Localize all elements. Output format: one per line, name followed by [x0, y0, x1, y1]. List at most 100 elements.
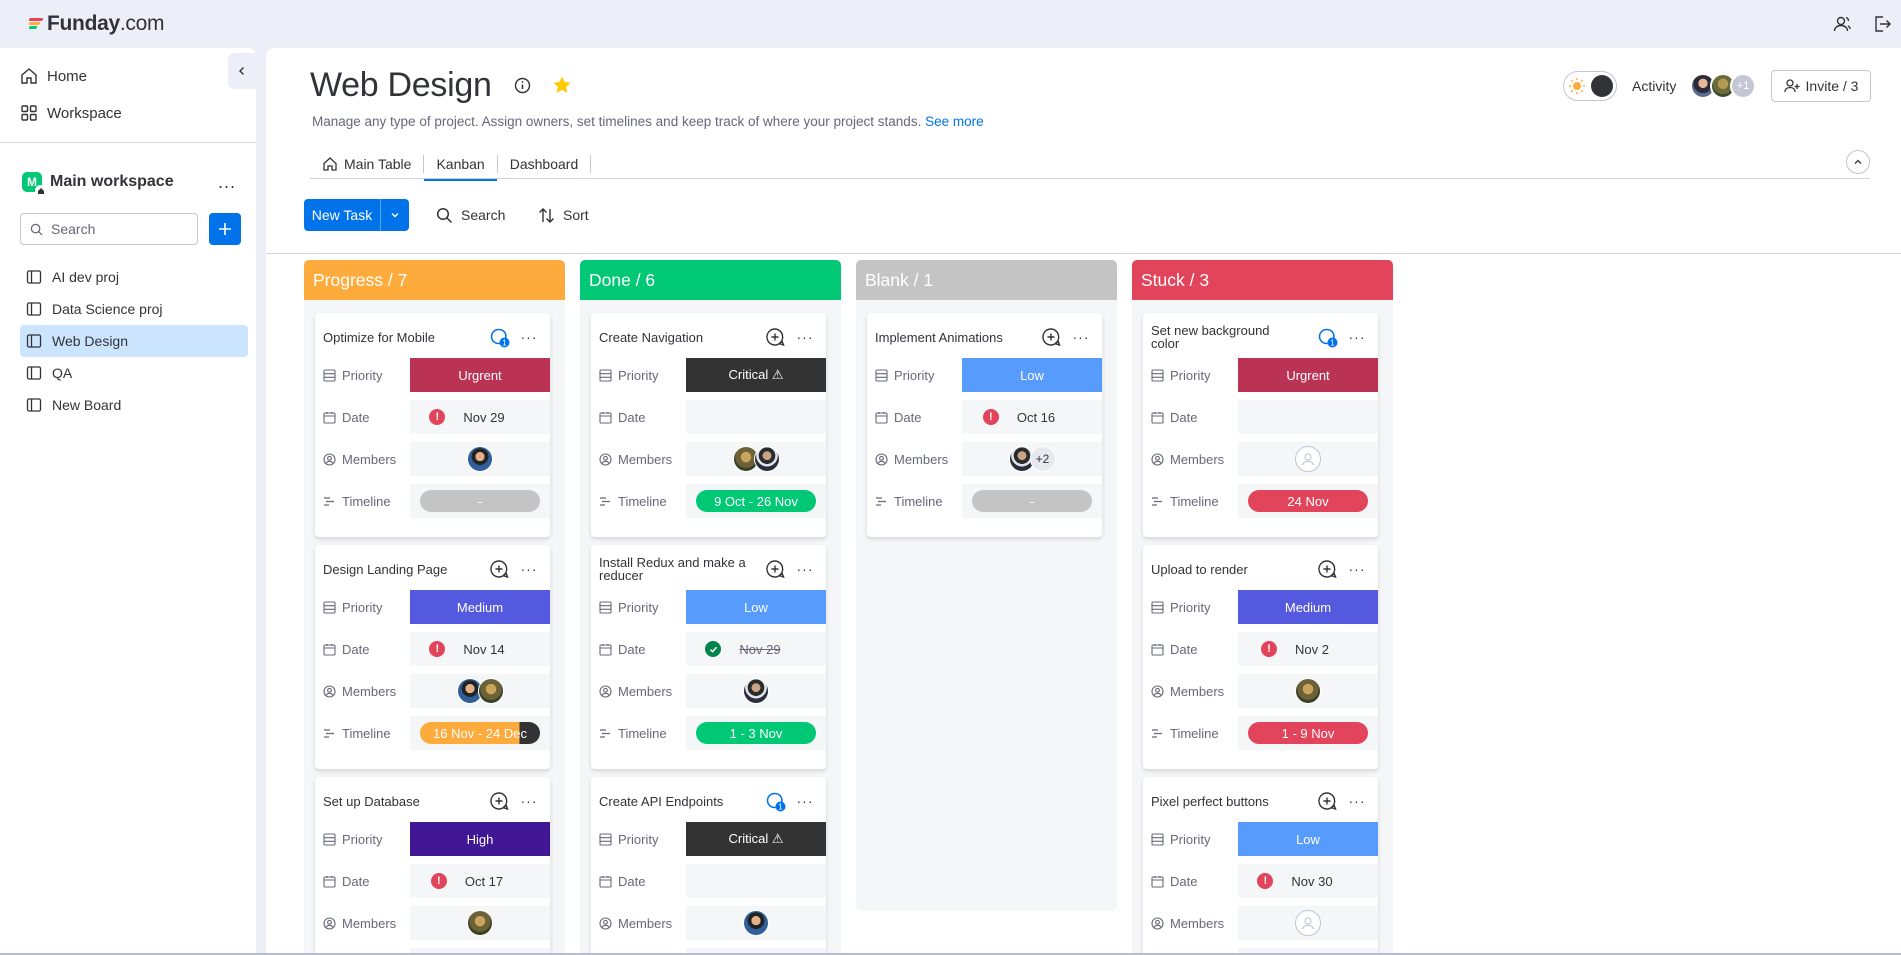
sidebar-board-item[interactable]: New Board	[20, 389, 248, 421]
card-more-icon[interactable]: ···	[795, 559, 815, 579]
info-icon[interactable]	[514, 77, 531, 97]
task-card[interactable]: Pixel perfect buttons ··· Priority Low Date!…	[1143, 777, 1378, 955]
members-value[interactable]	[1238, 906, 1378, 940]
sidebar-board-item[interactable]: QA	[20, 357, 248, 389]
date-value[interactable]: ! Nov 14	[410, 632, 550, 666]
priority-status[interactable]: Low	[962, 358, 1102, 392]
column-header[interactable]: Done / 6	[580, 260, 841, 300]
nav-home[interactable]: Home	[20, 65, 87, 87]
card-title[interactable]: Optimize for Mobile	[323, 323, 473, 351]
member-avatar[interactable]	[743, 910, 769, 936]
page-title[interactable]: Web Design	[310, 66, 492, 105]
card-title[interactable]: Pixel perfect buttons	[1151, 787, 1301, 815]
sort-button[interactable]: Sort	[538, 199, 589, 231]
member-avatar[interactable]	[753, 446, 780, 472]
task-card[interactable]: Create API Endpoints 1 ··· Priority Critical…	[591, 777, 826, 955]
date-value[interactable]: Nov 29	[686, 632, 826, 666]
date-value[interactable]	[686, 864, 826, 898]
card-title[interactable]: Set up Database	[323, 787, 473, 815]
sidebar-board-item[interactable]: Web Design	[20, 325, 248, 357]
favorite-star-icon[interactable]	[552, 75, 572, 98]
add-update-icon[interactable]	[489, 791, 509, 811]
sidebar-board-item[interactable]: Data Science proj	[20, 293, 248, 325]
members-value[interactable]	[410, 906, 550, 940]
search-button[interactable]: Search	[436, 199, 505, 231]
task-card[interactable]: Implement Animations ··· Priority Low Date ! O…	[867, 313, 1102, 537]
card-more-icon[interactable]: ···	[1347, 559, 1367, 579]
date-value[interactable]: ! Nov 29	[410, 400, 550, 434]
activity-link[interactable]: Activity	[1632, 78, 1676, 94]
member-avatar[interactable]	[477, 678, 504, 704]
task-card[interactable]: Upload to render ··· Priority Medium Date ! No…	[1143, 545, 1378, 769]
members-value[interactable]	[1238, 442, 1378, 476]
members-value[interactable]	[686, 906, 826, 940]
priority-status[interactable]: Critical ⚠	[686, 822, 826, 856]
timeline-value[interactable]: 24 Nov	[1238, 484, 1378, 518]
updates-icon[interactable]: 1	[489, 327, 510, 348]
card-more-icon[interactable]: ···	[795, 791, 815, 811]
timeline-value[interactable]: -	[410, 484, 550, 518]
add-update-icon[interactable]	[1317, 559, 1337, 579]
activity-avatars[interactable]: +1	[1690, 73, 1756, 99]
funday-logo[interactable]: Funday.com	[28, 12, 164, 36]
add-update-icon[interactable]	[1317, 791, 1337, 811]
priority-status[interactable]: Low	[686, 590, 826, 624]
members-value[interactable]	[410, 674, 550, 708]
card-title[interactable]: Install Redux and make a reducer	[599, 555, 749, 583]
task-card[interactable]: Set new background color 1 ··· Priority Urgr…	[1143, 313, 1378, 537]
priority-status[interactable]: Urgrent	[410, 358, 550, 392]
card-title[interactable]: Set new background color	[1151, 323, 1301, 351]
priority-status[interactable]: Low	[1238, 822, 1378, 856]
collapse-header-button[interactable]	[1846, 150, 1870, 174]
date-value[interactable]	[686, 400, 826, 434]
card-more-icon[interactable]: ···	[1071, 327, 1091, 347]
card-title[interactable]: Create API Endpoints	[599, 787, 749, 815]
priority-status[interactable]: Urgrent	[1238, 358, 1378, 392]
nav-workspace[interactable]: Workspace	[20, 102, 122, 124]
sidebar-search-input[interactable]: Search	[20, 213, 198, 245]
task-card[interactable]: Install Redux and make a reducer ··· Prior…	[591, 545, 826, 769]
date-value[interactable]: ! Nov 2	[1238, 632, 1378, 666]
members-value[interactable]: +2	[962, 442, 1102, 476]
tab-kanban[interactable]: Kanban	[424, 149, 498, 181]
members-value[interactable]	[686, 442, 826, 476]
new-task-button[interactable]: New Task	[304, 199, 409, 231]
user-profile-icon[interactable]	[1832, 14, 1852, 34]
priority-status[interactable]: Medium	[1238, 590, 1378, 624]
workspace-more-button[interactable]: ...	[218, 172, 236, 193]
tab-main-table[interactable]: Main Table	[310, 149, 423, 179]
updates-icon[interactable]: 1	[1317, 327, 1338, 348]
task-card[interactable]: Create Navigation ··· Priority Critical ⚠ Da…	[591, 313, 826, 537]
timeline-value[interactable]: 1 - 3 Nov	[686, 716, 826, 750]
column-header[interactable]: Blank / 1	[856, 260, 1117, 300]
member-avatar[interactable]	[743, 678, 769, 704]
date-value[interactable]: ! Nov 30	[1238, 864, 1378, 898]
updates-icon[interactable]: 1	[765, 791, 786, 812]
card-more-icon[interactable]: ···	[795, 327, 815, 347]
card-more-icon[interactable]: ···	[519, 559, 539, 579]
timeline-value[interactable]: 16 Nov - 24 Dec	[410, 716, 550, 750]
see-more-link[interactable]: See more	[925, 114, 984, 129]
collapse-sidebar-button[interactable]	[228, 53, 256, 89]
member-avatar[interactable]	[467, 910, 493, 936]
tab-dashboard[interactable]: Dashboard	[498, 149, 591, 179]
empty-avatar-icon[interactable]	[1295, 910, 1321, 936]
column-header[interactable]: Stuck / 3	[1132, 260, 1393, 300]
invite-button[interactable]: Invite / 3	[1771, 70, 1871, 102]
new-task-label[interactable]: New Task	[304, 199, 381, 231]
card-title[interactable]: Implement Animations	[875, 323, 1025, 351]
add-update-icon[interactable]	[765, 559, 785, 579]
timeline-value[interactable]: 9 Oct - 26 Nov	[686, 484, 826, 518]
card-title[interactable]: Upload to render	[1151, 555, 1301, 583]
workspace-selector[interactable]: M Main workspace ...	[22, 170, 236, 196]
add-update-icon[interactable]	[489, 559, 509, 579]
task-card[interactable]: Optimize for Mobile 1 ··· Priority Urgrent Da…	[315, 313, 550, 537]
sidebar-board-item[interactable]: AI dev proj	[20, 261, 248, 293]
date-value[interactable]: ! Oct 16	[962, 400, 1102, 434]
members-value[interactable]	[1238, 674, 1378, 708]
card-more-icon[interactable]: ···	[1347, 791, 1367, 811]
members-value[interactable]	[686, 674, 826, 708]
priority-status[interactable]: High	[410, 822, 550, 856]
new-task-dropdown[interactable]	[381, 199, 409, 231]
timeline-value[interactable]: -	[962, 484, 1102, 518]
